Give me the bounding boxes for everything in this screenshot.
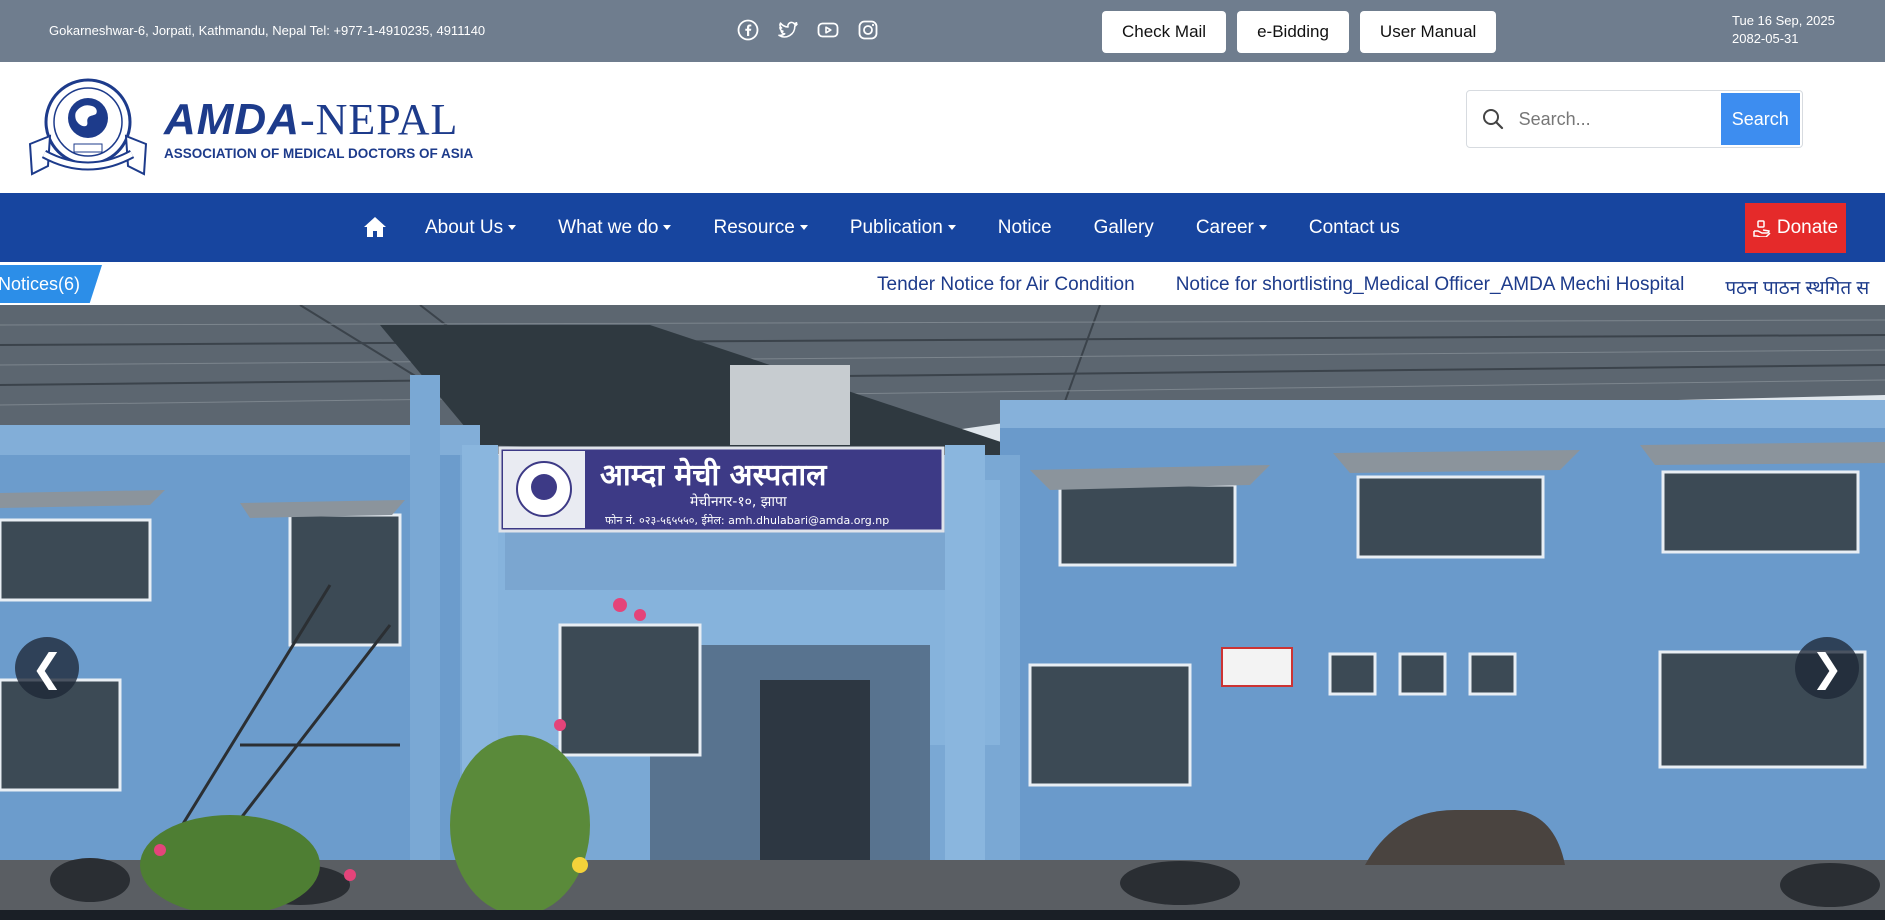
nav-item-label: Publication <box>849 216 943 238</box>
nav-item-what-we-do[interactable]: What we do <box>558 216 672 239</box>
signboard-title: आम्दा मेची अस्पताल <box>600 457 828 493</box>
main-nav: About Us What we do Resource Publication Not… <box>0 193 1885 262</box>
user-manual-button[interactable]: User Manual <box>1359 11 1497 53</box>
nav-item-label: Career <box>1195 216 1254 238</box>
nav-item-resource[interactable]: Resource <box>713 216 808 239</box>
notice-link[interactable]: Notice for shortlisting_Medical Officer_… <box>1176 274 1685 300</box>
amda-emblem-icon <box>28 78 148 176</box>
nav-item-notice[interactable]: Notice <box>998 217 1052 239</box>
date-nepali: 2082-05-31 <box>1732 31 1799 46</box>
nav-item-label: Contact us <box>1308 216 1400 238</box>
nav-item-label: Gallery <box>1093 216 1154 238</box>
donate-button[interactable]: Donate <box>1745 203 1846 253</box>
site-header: AMDA-NEPAL ASSOCIATION OF MEDICAL DOCTOR… <box>0 62 1885 193</box>
nav-item-gallery[interactable]: Gallery <box>1094 217 1154 239</box>
nav-item-about-us[interactable]: About Us <box>425 216 517 239</box>
signboard-subtitle: मेचीनगर-१०, झापा <box>690 493 787 510</box>
nav-item-publication[interactable]: Publication <box>850 217 956 239</box>
instagram-icon[interactable] <box>856 18 880 42</box>
check-mail-button[interactable]: Check Mail <box>1102 11 1227 53</box>
brand-name: AMDA-NEPAL <box>164 95 459 144</box>
nav-item-contact-us[interactable]: Contact us <box>1309 217 1400 239</box>
social-links <box>736 18 880 42</box>
youtube-icon[interactable] <box>816 18 840 42</box>
facebook-icon[interactable] <box>736 18 760 42</box>
notice-ticker: Tender Notice for Air Condition Notice fo… <box>877 274 1869 300</box>
caret-down-icon <box>799 224 808 230</box>
brand-subtitle: ASSOCIATION OF MEDICAL DOCTORS OF ASIA <box>164 146 474 161</box>
signboard-contact: फोन नं. ०२३-५६५५५०, ईमेल: amh.dhulabari@… <box>605 514 889 527</box>
nav-menu: About Us What we do Resource Publication Not… <box>425 193 1442 262</box>
nav-item-label: What we do <box>558 216 659 238</box>
notice-link[interactable]: Tender Notice for Air Condition <box>877 274 1135 300</box>
page: Gokarneshwar-6, Jorpati, Kathmandu, Nepa… <box>0 0 1885 920</box>
notices-tag[interactable]: Notices(6) <box>0 265 102 303</box>
search-icon <box>1467 91 1519 147</box>
e-bidding-button[interactable]: e-Bidding <box>1237 11 1349 53</box>
carousel-prev-button[interactable]: ❮ <box>15 637 79 699</box>
nav-item-label: About Us <box>425 216 504 238</box>
donate-label: Donate <box>1776 217 1839 238</box>
carousel-next-button[interactable]: ❯ <box>1795 637 1859 699</box>
caret-down-icon <box>508 224 517 230</box>
search-button[interactable]: Search <box>1720 93 1800 145</box>
caret-down-icon <box>947 224 956 230</box>
date-english: Tue 16 Sep, 2025 <box>1732 13 1835 28</box>
search-box: Search <box>1466 90 1803 148</box>
notice-link[interactable]: पठन पाठन स्थगित स <box>1725 274 1869 300</box>
date-display: Tue 16 Sep, 2025 2082-05-31 <box>1732 12 1835 48</box>
hero-slide-image: आम्दा मेची अस्पताल मेचीनगर-१०, झापा फोन … <box>0 305 1885 910</box>
top-buttons: Check Mail e-Bidding User Manual <box>1102 11 1497 53</box>
top-bar: Gokarneshwar-6, Jorpati, Kathmandu, Nepa… <box>0 0 1885 62</box>
hero-carousel: आम्दा मेची अस्पताल मेचीनगर-१०, झापा फोन … <box>0 305 1885 910</box>
caret-down-icon <box>1258 224 1267 230</box>
site-logo[interactable]: AMDA-NEPAL ASSOCIATION OF MEDICAL DOCTOR… <box>26 74 473 190</box>
brand-text: AMDA-NEPAL ASSOCIATION OF MEDICAL DOCTOR… <box>164 95 474 162</box>
nav-item-career[interactable]: Career <box>1196 217 1267 239</box>
home-icon[interactable] <box>362 214 388 240</box>
nav-item-label: Resource <box>713 216 795 238</box>
bottom-edge <box>0 910 1885 920</box>
nav-item-label: Notice <box>997 216 1052 238</box>
donate-hand-icon <box>1753 220 1771 237</box>
twitter-icon[interactable] <box>776 18 800 42</box>
caret-down-icon <box>663 224 672 230</box>
search-input[interactable] <box>1518 91 1719 147</box>
contact-address: Gokarneshwar-6, Jorpati, Kathmandu, Nepa… <box>49 23 486 38</box>
notice-ticker-bar: Notices(6) Tender Notice for Air Conditi… <box>0 262 1885 305</box>
